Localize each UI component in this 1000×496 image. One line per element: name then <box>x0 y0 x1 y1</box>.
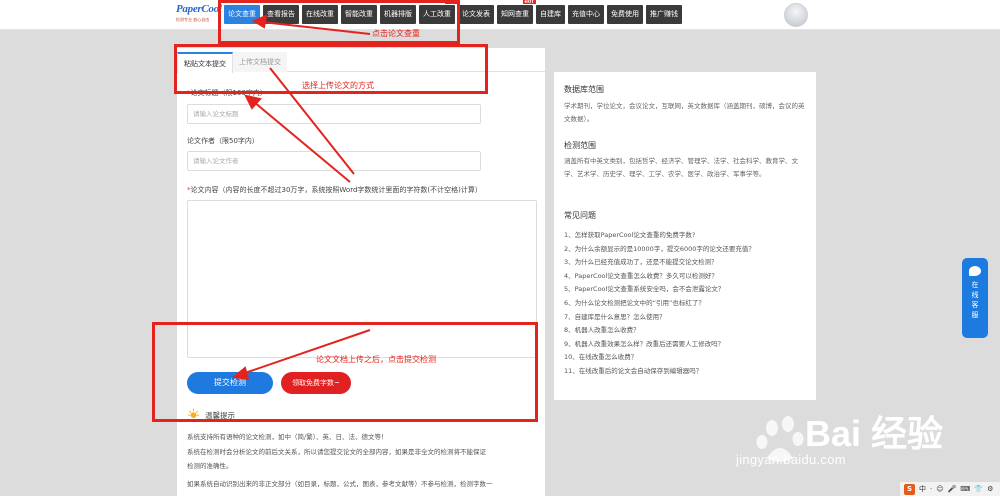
nav-item[interactable]: 推广赚钱 <box>646 5 682 24</box>
annotation-choose-upload: 选择上传论文的方式 <box>302 81 374 90</box>
content-label: *论文内容（内容的长度不超过30万字，系统按照Word字数统计里面的字符数(不计… <box>187 185 482 195</box>
faq-item[interactable]: 2、为什么余额显示的是10000字，提交6000字的论文还要充值？ <box>564 243 808 257</box>
nav-item[interactable]: 知网查重 HOT <box>497 0 536 24</box>
faq-item[interactable]: 8、机器人改重怎么收费？ <box>564 324 808 338</box>
watermark-title: Bai 经验 <box>805 413 944 454</box>
ime-tool-icon[interactable]: · <box>930 485 932 493</box>
ime-tool-icon[interactable]: ⚙ <box>987 485 993 493</box>
sogou-ime-icon[interactable]: S <box>904 483 915 495</box>
title-input[interactable]: 请输入论文标题 <box>187 104 481 124</box>
annotation-box-submit <box>152 322 538 422</box>
faq-list: 1、怎样获取PaperCool论文查重的免费字数? 2、为什么余额显示的是1000… <box>564 229 808 379</box>
tips-line: 如果系统自动识别出来的非正文部分（如目录，标题，公式，图表，参考文献等）不参与检… <box>187 480 493 488</box>
faq-item[interactable]: 11、在线改重后的论文会自动保存到编辑器吗？ <box>564 365 808 379</box>
hot-badge: HOT <box>522 0 536 4</box>
nav-item[interactable]: 免费使用 <box>607 5 643 24</box>
faq-item[interactable]: 5、PaperCool论文查重系统安全吗，会不会泄露论文？ <box>564 283 808 297</box>
faq-item[interactable]: 4、PaperCool论文查重怎么收费？多久可以检测好？ <box>564 270 808 284</box>
nav-item-label: 论文发表 <box>462 10 490 18</box>
faq-item[interactable]: 10、在线改重怎么收费？ <box>564 351 808 365</box>
database-scope-text: 学术期刊，学位论文，会议论文，互联网，英文数据库（涵盖期刊，硕博，会议的英文数据… <box>564 102 805 123</box>
check-scope-title: 检测范围 <box>564 141 596 150</box>
faq-item[interactable]: 1、怎样获取PaperCool论文查重的免费字数? <box>564 229 808 243</box>
faq-item[interactable]: 7、自建库是什么意思？怎么使用？ <box>564 311 808 325</box>
ime-tool-icon[interactable]: ☺ <box>936 485 943 493</box>
annotation-box-nav <box>218 0 460 44</box>
avatar[interactable] <box>784 3 808 27</box>
faq-item[interactable]: 3、为什么已经充值成功了，还是不能提交论文检测？ <box>564 256 808 270</box>
nav-item-label: 知网查重 <box>501 10 529 18</box>
tips-line: 系统支持所有语种的论文检测，如中（简/繁）、英、日、法、德文等！ <box>187 433 388 441</box>
nav-item-label: 自建库 <box>540 10 561 18</box>
nav-item-label: 充值中心 <box>572 10 600 18</box>
tips-line: 系统在检测时会分析论文的前后文关系，所以请您提交论文的全部内容，如果是非全文的检… <box>187 448 486 456</box>
ime-tool-icon[interactable]: 中 <box>919 484 926 494</box>
nav-item[interactable]: 自建库 <box>536 5 565 24</box>
faq-item[interactable]: 6、为什么论文检测把论文中的“引用”也标红了？ <box>564 297 808 311</box>
nav-item[interactable]: 论文发表 <box>458 5 494 24</box>
ime-toolbar: S 中 · ☺ 🎤 ⌨ 👕 ⚙ <box>900 482 1000 496</box>
ime-tool-icon[interactable]: 🎤 <box>948 485 957 493</box>
content-label-text: 论文内容（内容的长度不超过30万字，系统按照Word字数统计里面的字符数(不计空… <box>190 186 482 194</box>
author-label: 论文作者（限50字内） <box>187 137 259 145</box>
online-service-button[interactable]: 在线客服 <box>962 258 988 338</box>
nav-item-label: 推广赚钱 <box>650 10 678 18</box>
ime-tool-icon[interactable]: ⌨ <box>960 485 970 493</box>
database-scope-title: 数据库范围 <box>564 85 604 94</box>
logo-slogan: 检测专业 放心自由 <box>176 17 210 22</box>
check-scope-text: 涵盖所有中英文类别，包括哲学、经济学、管理学、法学、社会科学、教育学、文学、艺术… <box>564 157 798 178</box>
chat-bubble-icon <box>969 266 981 276</box>
papercool-logo[interactable]: PaperCool 检测专业 放心自由 <box>176 2 222 26</box>
watermark-url: jingyan.baidu.com <box>736 452 846 467</box>
info-panel: 数据库范围 学术期刊，学位论文，会议论文，互联网，英文数据库（涵盖期刊，硕博，会… <box>554 72 816 400</box>
nav-item-label: 免费使用 <box>611 10 639 18</box>
submit-panel: 粘贴文本提交 上传文档提交 *论文标题（限100字内） 请输入论文标题 论文作者… <box>177 48 545 496</box>
annotation-click-check: 点击论文查重 <box>372 29 420 38</box>
faq-title: 常见问题 <box>564 211 596 220</box>
author-input[interactable]: 请输入论文作者 <box>187 151 481 171</box>
logo-text: PaperCool <box>176 3 222 15</box>
tips-line: 检测的准确性。 <box>187 462 233 470</box>
annotation-after-upload: 论文文档上传之后，点击提交检测 <box>316 355 436 364</box>
online-service-label: 在线客服 <box>971 281 979 319</box>
ime-tool-icon[interactable]: 👕 <box>974 485 983 493</box>
top-navbar: PaperCool 检测专业 放心自由 论文查重 查看报告 在线改重 智能改重 机器排版… <box>0 0 1000 30</box>
nav-item[interactable]: 充值中心 <box>568 5 604 24</box>
faq-item[interactable]: 9、机器人改重效果怎么样？改重后还需要人工修改吗？ <box>564 338 808 352</box>
